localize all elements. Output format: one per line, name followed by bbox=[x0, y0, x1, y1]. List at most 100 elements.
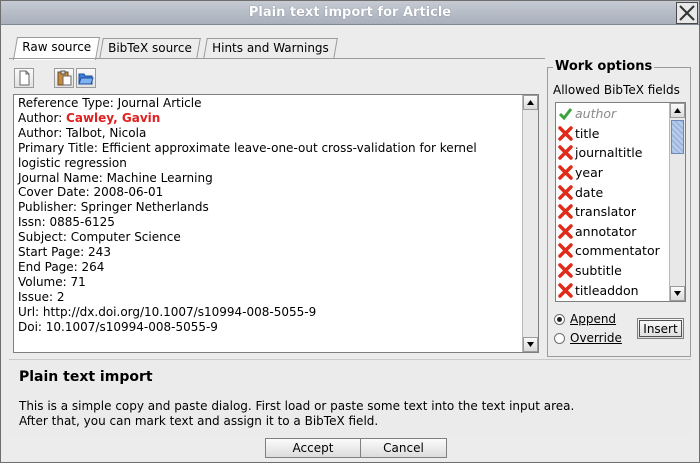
field-scroll-down-button[interactable] bbox=[670, 286, 685, 301]
work-options-title: Work options bbox=[553, 59, 655, 74]
field-list-scrollbar[interactable] bbox=[669, 103, 685, 301]
tab-bibtex-source[interactable]: BibTeX source bbox=[99, 38, 201, 59]
field-item-label: annotator bbox=[575, 223, 637, 239]
red-x-icon bbox=[558, 145, 573, 161]
raw-source-line-value: 264 bbox=[81, 259, 105, 274]
field-item-translator[interactable]: translator bbox=[558, 202, 669, 222]
close-icon bbox=[679, 5, 695, 21]
raw-source-line-value: 2008-06-01 bbox=[93, 185, 164, 200]
raw-source-line: Subject: Computer Science bbox=[18, 230, 518, 245]
tab-bibtex-source-label: BibTeX source bbox=[108, 41, 192, 55]
raw-source-line: logistic regression bbox=[18, 156, 518, 171]
cancel-button-label: Cancel bbox=[383, 441, 424, 455]
raw-source-line-label: Subject: bbox=[18, 230, 71, 245]
bibtex-field-list[interactable]: author title journaltitle year date translato… bbox=[555, 102, 686, 302]
field-item-titleaddon[interactable]: titleaddon bbox=[558, 280, 669, 300]
field-item-date[interactable]: date bbox=[558, 182, 669, 202]
tab-hints-warnings[interactable]: Hints and Warnings bbox=[203, 38, 338, 59]
raw-source-line: Journal Name: Machine Learning bbox=[18, 171, 518, 186]
raw-source-line-label: Publisher: bbox=[18, 200, 81, 215]
field-item-year[interactable]: year bbox=[558, 163, 669, 183]
raw-source-scrollbar[interactable] bbox=[522, 95, 538, 352]
red-x-icon bbox=[558, 204, 573, 220]
raw-source-line: Author: Cawley, Gavin bbox=[18, 111, 518, 126]
raw-source-line-label: Author: bbox=[18, 125, 67, 140]
red-x-icon bbox=[558, 243, 573, 259]
clear-button[interactable] bbox=[14, 68, 34, 88]
raw-source-line-value: Computer Science bbox=[70, 230, 181, 245]
tab-raw-source-label: Raw source bbox=[22, 40, 92, 54]
field-item-title[interactable]: title bbox=[558, 124, 669, 144]
open-file-button[interactable] bbox=[76, 68, 96, 88]
raw-source-line-label: Reference Type: bbox=[18, 96, 118, 110]
tab-hints-warnings-label: Hints and Warnings bbox=[212, 41, 329, 55]
raw-source-line: Doi: 10.1007/s10994-008-5055-9 bbox=[18, 320, 518, 335]
clipboard-paste-icon bbox=[57, 70, 72, 86]
field-item-label: translator bbox=[575, 204, 636, 220]
close-button[interactable] bbox=[676, 2, 698, 24]
field-item-annotator[interactable]: annotator bbox=[558, 222, 669, 242]
scroll-up-button[interactable] bbox=[523, 95, 538, 110]
help-panel: Plain text import This is a simple copy … bbox=[9, 359, 691, 436]
raw-source-line-value: 2 bbox=[56, 289, 65, 304]
raw-source-line: Cover Date: 2008-06-01 bbox=[18, 185, 518, 200]
help-text: This is a simple copy and paste dialog. … bbox=[19, 399, 574, 428]
field-item-journaltitle[interactable]: journaltitle bbox=[558, 143, 669, 163]
cancel-button[interactable]: Cancel bbox=[360, 438, 447, 458]
field-item-editor[interactable]: editor bbox=[558, 300, 669, 301]
raw-source-line-label: End Page: bbox=[18, 259, 82, 274]
help-line-1: This is a simple copy and paste dialog. … bbox=[19, 399, 575, 413]
accept-button[interactable]: Accept bbox=[265, 438, 361, 458]
raw-source-line: Issue: 2 bbox=[18, 290, 518, 305]
override-label: Override bbox=[570, 331, 622, 345]
raw-source-line: Issn: 0885-6125 bbox=[18, 215, 518, 230]
checkmark-icon bbox=[558, 108, 573, 121]
help-line-2: After that, you can mark text and assign… bbox=[19, 413, 379, 428]
tab-raw-source[interactable]: Raw source bbox=[12, 37, 100, 60]
field-scroll-thumb[interactable] bbox=[671, 120, 684, 154]
red-x-icon bbox=[558, 126, 573, 141]
raw-source-textarea[interactable]: Reference Type: Journal Article Author: C… bbox=[13, 94, 539, 353]
red-x-icon bbox=[558, 224, 573, 239]
arrow-up-icon bbox=[674, 108, 681, 113]
override-radio-indicator bbox=[554, 332, 565, 344]
arrow-down-icon bbox=[527, 342, 534, 347]
field-item-author[interactable]: author bbox=[558, 104, 669, 124]
raw-source-line-label: Primary Title: bbox=[18, 140, 102, 155]
field-item-label: commentator bbox=[575, 243, 660, 259]
field-item-label: author bbox=[575, 106, 617, 122]
raw-source-text: Reference Type: Journal Article Author: C… bbox=[18, 96, 518, 335]
accept-button-label: Accept bbox=[292, 441, 334, 455]
raw-source-line: Publisher: Springer Netherlands bbox=[18, 200, 518, 215]
scroll-down-button[interactable] bbox=[523, 337, 538, 352]
arrow-down-icon bbox=[674, 291, 681, 296]
paste-button[interactable] bbox=[54, 68, 74, 88]
insert-button-label: Insert bbox=[643, 321, 678, 336]
window-title: Plain text import for Article bbox=[248, 5, 452, 20]
raw-source-line-label: Author: bbox=[18, 110, 67, 125]
append-label: Append bbox=[570, 312, 617, 326]
append-radio-indicator bbox=[554, 313, 565, 325]
raw-source-line: Author: Talbot, Nicola bbox=[18, 126, 518, 141]
raw-source-line: Volume: 71 bbox=[18, 275, 518, 290]
raw-source-line-label: Issn: bbox=[18, 215, 50, 230]
override-radio[interactable]: Override bbox=[554, 331, 622, 345]
raw-source-line-label: Cover Date: bbox=[18, 185, 94, 200]
import-dialog: Plain text import for Article Raw source… bbox=[0, 0, 700, 463]
field-item-subtitle[interactable]: subtitle bbox=[558, 261, 669, 281]
raw-source-line-label: Journal Name: bbox=[18, 170, 107, 185]
allowed-fields-label: Allowed BibTeX fields bbox=[553, 83, 680, 97]
blank-document-icon bbox=[19, 70, 30, 86]
raw-source-line-label: Volume: bbox=[18, 274, 71, 289]
field-item-commentator[interactable]: commentator bbox=[558, 241, 669, 261]
field-item-label: titleaddon bbox=[575, 282, 639, 298]
raw-source-line-value: 71 bbox=[70, 274, 86, 289]
help-heading: Plain text import bbox=[19, 369, 153, 385]
append-radio[interactable]: Append bbox=[554, 312, 616, 326]
raw-source-line-value: Talbot, Nicola bbox=[66, 125, 147, 140]
field-scroll-up-button[interactable] bbox=[670, 103, 685, 118]
raw-source-line: Primary Title: Efficient approximate lea… bbox=[18, 141, 518, 156]
raw-source-line-label: Url: bbox=[18, 304, 43, 319]
raw-source-line-label: Doi: bbox=[18, 319, 46, 334]
insert-button[interactable]: Insert bbox=[637, 318, 684, 339]
